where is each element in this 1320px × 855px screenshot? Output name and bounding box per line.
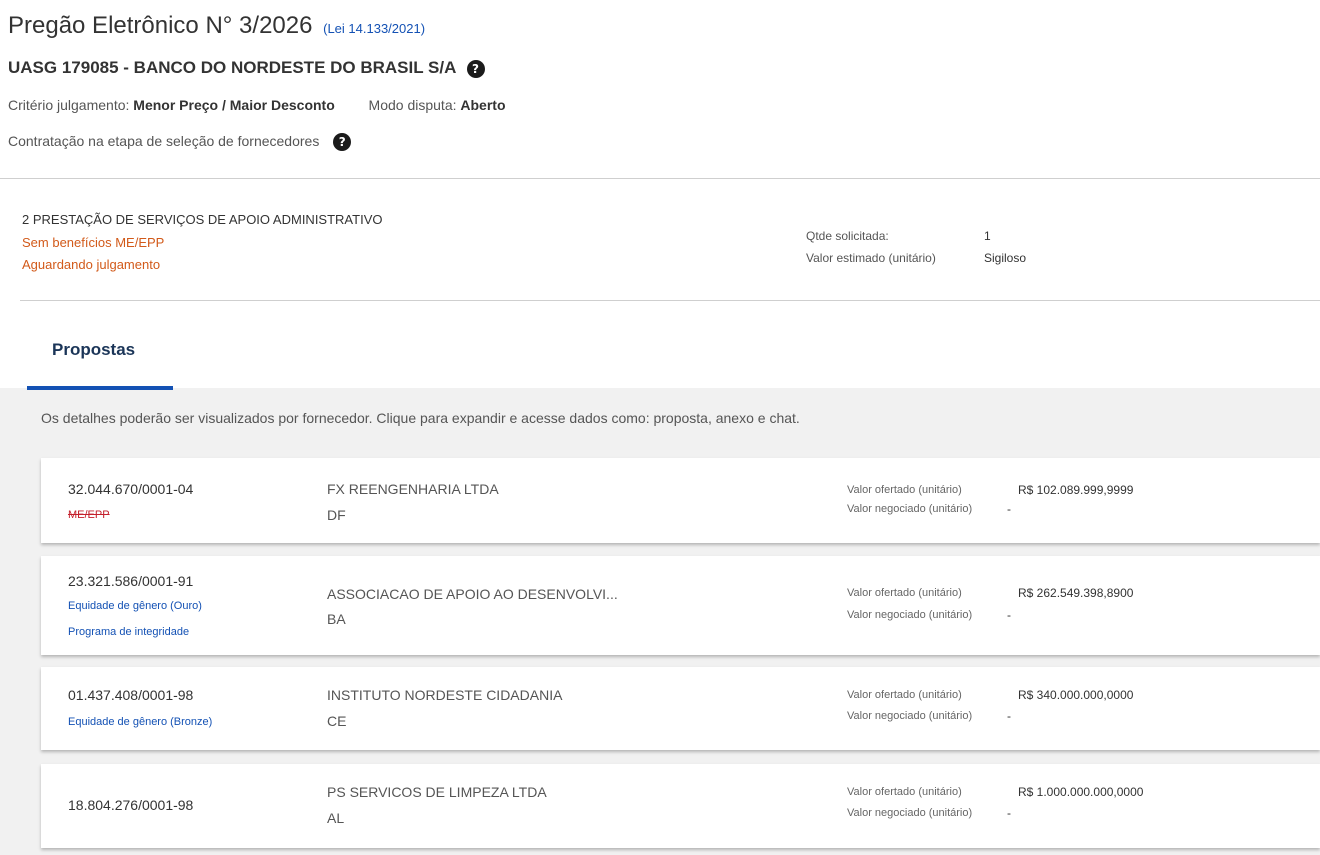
mode-value: Aberto [460,97,506,113]
offered-value: R$ 1.000.000.000,0000 [1018,785,1144,799]
supplier-cnpj: 23.321.586/0001-91 [68,573,194,589]
uasg-heading: UASG 179085 - BANCO DO NORDESTE DO BRASI… [8,58,485,78]
supplier-name: ASSOCIACAO DE APOIO AO DESENVOLVI... [327,586,618,602]
negotiated-value: - [1007,806,1011,820]
supplier-uf: AL [327,810,345,826]
supplier-uf: CE [327,713,347,729]
negotiated-value: - [1007,709,1011,723]
panel-description: Os detalhes poderão ser visualizados por… [41,410,800,426]
supplier-cnpj: 18.804.276/0001-98 [68,797,194,813]
qty-label: Qtde solicitada: [806,229,889,243]
criteria-label: Critério julgamento: [8,97,130,113]
negotiated-label: Valor negociado (unitário) [847,609,973,621]
negotiated-value: - [1007,608,1011,622]
offered-value: R$ 340.000.000,0000 [1018,688,1134,702]
negotiated-value: - [1007,502,1011,516]
negotiated-label: Valor negociado (unitário) [847,503,973,515]
active-tab-indicator [27,386,173,390]
page-title: Pregão Eletrônico N° 3/2026 (Lei 14.133/… [8,12,425,40]
proposal-card[interactable]: 01.437.408/0001-98 Equidade de gênero (B… [41,667,1320,750]
uasg-text: UASG 179085 - BANCO DO NORDESTE DO BRASI… [8,58,456,77]
supplier-uf: DF [327,507,346,523]
estimated-value: Sigiloso [984,251,1027,265]
proposal-card[interactable]: 32.044.670/0001-04 ME/EPP FX REENGENHARI… [41,458,1320,543]
help-icon[interactable]: ? [466,59,485,78]
offered-value: R$ 262.549.398,8900 [1018,586,1134,600]
supplier-name: INSTITUTO NORDESTE CIDADANIA [327,687,563,703]
supplier-cnpj: 32.044.670/0001-04 [68,481,194,497]
negotiated-label: Valor negociado (unitário) [847,807,973,819]
supplier-tag: Equidade de gênero (Bronze) [68,716,213,728]
offered-label: Valor ofertado (unitário) [847,689,962,701]
supplier-tag-struck: ME/EPP [68,509,110,521]
supplier-uf: BA [327,611,346,627]
offered-label: Valor ofertado (unitário) [847,587,962,599]
supplier-tag: Programa de integridade [68,626,190,638]
item-benefit: Sem benefícios ME/EPP [22,235,165,250]
divider [0,178,1320,179]
offered-label: Valor ofertado (unitário) [847,786,962,798]
contract-line: Contratação na etapa de seleção de forne… [8,133,352,152]
supplier-cnpj: 01.437.408/0001-98 [68,687,194,703]
help-icon[interactable]: ? [333,133,352,152]
supplier-name: FX REENGENHARIA LTDA [327,481,499,497]
supplier-tag: Equidade de gênero (Ouro) [68,600,202,612]
mode-label: Modo disputa: [368,97,457,113]
negotiated-label: Valor negociado (unitário) [847,710,973,722]
page-title-text: Pregão Eletrônico N° 3/2026 [8,12,313,39]
criteria-value: Menor Preço / Maior Desconto [133,97,335,113]
item-title: 2 PRESTAÇÃO DE SERVIÇOS DE APOIO ADMINIS… [22,212,383,227]
tab-propostas[interactable]: Propostas [52,340,135,360]
qty-value: 1 [984,229,991,243]
item-status: Aguardando julgamento [22,257,161,272]
estimated-value-label: Valor estimado (unitário) [806,251,936,265]
offered-label: Valor ofertado (unitário) [847,484,962,496]
proposal-card[interactable]: 18.804.276/0001-98 PS SERVICOS DE LIMPEZ… [41,764,1320,848]
contract-text: Contratação na etapa de seleção de forne… [8,133,320,149]
proposal-card[interactable]: 23.321.586/0001-91 Equidade de gênero (O… [41,556,1320,655]
law-link[interactable]: (Lei 14.133/2021) [323,21,425,36]
divider [20,300,1320,301]
supplier-name: PS SERVICOS DE LIMPEZA LTDA [327,784,547,800]
criteria-line: Critério julgamento: Menor Preço / Maior… [8,97,506,113]
offered-value: R$ 102.089.999,9999 [1018,483,1134,497]
